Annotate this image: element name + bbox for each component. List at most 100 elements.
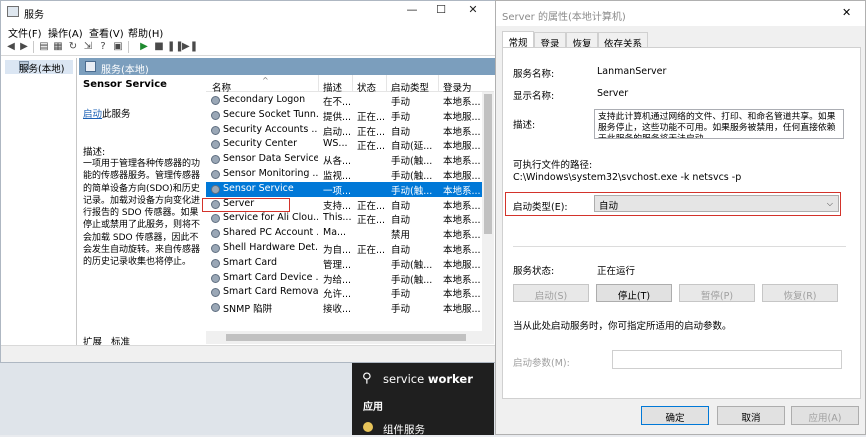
resume-button[interactable]: 恢复(R) [762, 284, 838, 302]
cell-startup: 手动(触... [391, 274, 433, 286]
service-gear-icon [211, 96, 220, 105]
cell-logon: 本地系... [443, 156, 481, 168]
table-row[interactable]: Sensor Service 一项... 手动(触... 本地系... [206, 181, 482, 197]
start-button[interactable]: 启动(S) [513, 284, 589, 302]
table-row[interactable]: Security Accounts ... 启动... 正在... 自动 本地系... [206, 123, 482, 138]
window-title: 服务 [24, 10, 44, 21]
service-gear-icon [211, 244, 220, 253]
col-description[interactable]: 描述 [323, 80, 342, 94]
cell-startup: 自动 [391, 245, 411, 256]
pause-button[interactable]: 暂停(P) [679, 284, 755, 302]
table-row[interactable]: Shared PC Account ... Ma... 禁用 本地系... [206, 226, 482, 241]
maximize-button[interactable]: ☐ [428, 3, 454, 21]
service-gear-icon [211, 229, 220, 239]
cell-desc: 支持... [323, 200, 351, 212]
console-tree: 服务(本地) [3, 58, 77, 361]
close-button[interactable]: ✕ [460, 3, 486, 21]
table-row[interactable]: Smart Card Remova... 允许... 手动 本地系... [206, 285, 482, 300]
cancel-button[interactable]: 取消 [717, 406, 785, 425]
help-icon[interactable]: ? [97, 41, 109, 53]
description-label: 描述: [83, 147, 106, 158]
service-status-label: 服务状态: [513, 266, 555, 277]
start-service-icon[interactable]: ▶ [138, 41, 150, 53]
stop-button[interactable]: 停止(T) [596, 284, 672, 302]
cell-logon: 本地服... [443, 171, 481, 182]
cell-desc: 接收... [323, 304, 351, 316]
table-row[interactable]: Secondary Logon 在不... 手动 本地系... [206, 93, 482, 108]
cell-logon: 本地系... [443, 200, 481, 212]
start-params-input[interactable] [612, 350, 842, 369]
properties-icon[interactable]: ▣ [112, 41, 124, 53]
console-tree-icon[interactable]: ▤ [38, 41, 50, 53]
services-app-icon [7, 6, 19, 17]
dialog-title-bar[interactable]: Server 的属性(本地计算机) ✕ [496, 1, 865, 26]
cell-logon: 本地系... [443, 274, 481, 286]
pause-service-icon[interactable]: ❚❚ [167, 41, 184, 53]
table-row[interactable]: Service for Ali Clou... This... 正在... 自动 本地系… [206, 211, 482, 226]
col-startup-type[interactable]: 启动类型 [391, 80, 429, 94]
service-gear-icon [211, 273, 220, 283]
table-row[interactable]: Smart Card 管理... 手动(触... 本地服... [206, 256, 482, 271]
service-gear-icon [211, 170, 220, 179]
server-properties-dialog: Server 的属性(本地计算机) ✕ 常规 登录 恢复 依存关系 服务名称: … [495, 0, 866, 435]
list-view-icon[interactable]: ▦ [52, 41, 64, 53]
horizontal-scrollbar[interactable] [206, 331, 494, 344]
title-bar[interactable]: 服务 — ☐ ✕ [1, 1, 496, 23]
tree-item-services-local[interactable]: 服务(本地) [5, 60, 73, 75]
col-status[interactable]: 状态 [357, 80, 376, 94]
back-icon[interactable]: ◀ [5, 41, 17, 53]
cell-name: Shared PC Account ... [223, 227, 318, 239]
cell-status: 正在... [357, 141, 385, 153]
menu-bar: 文件(F) 操作(A) 查看(V) 帮助(H) [1, 23, 496, 40]
table-row[interactable]: SNMP 陷阱 接收... 手动 本地服... [206, 300, 482, 315]
table-row[interactable]: Sensor Data Service 从各... 手动(触... 本地系... [206, 152, 482, 167]
pane-header: 服务(本地) [79, 58, 495, 76]
description-textbox[interactable]: 支持此计算机通过网络的文件、打印、和命名管道共享。如果服务停止，这些功能不可用。… [594, 109, 844, 139]
startup-type-label: 启动类型(E): [513, 202, 568, 213]
refresh-icon[interactable]: ↻ [67, 41, 79, 53]
forward-icon[interactable]: ▶ [18, 41, 30, 53]
toolbar: ◀ ▶ ▤ ▦ ↻ ⇲ ? ▣ ▶ ■ ❚❚ ▶❚ [1, 38, 496, 56]
cell-startup: 手动(触... [391, 156, 433, 168]
cell-startup: 自动 [391, 126, 411, 138]
cell-desc: 为自... [323, 245, 351, 256]
table-row[interactable]: Sensor Monitoring ... 监视... 手动(触... 本地服... [206, 167, 482, 182]
cell-name: Smart Card Device ... [223, 271, 318, 283]
cell-status: 正在... [357, 245, 385, 256]
cell-name: Service for Ali Clou... [223, 212, 318, 224]
cell-name: Sensor Monitoring ... [223, 168, 318, 179]
tab-dependencies[interactable]: 依存关系 [598, 32, 648, 50]
cell-startup: 手动 [391, 304, 411, 316]
dialog-close-button[interactable]: ✕ [842, 6, 851, 19]
minimize-button[interactable]: — [399, 3, 425, 21]
tab-recovery[interactable]: 恢复 [566, 32, 598, 50]
export-icon[interactable]: ⇲ [82, 41, 94, 53]
ok-button[interactable]: 确定 [641, 406, 709, 425]
table-row[interactable]: Shell Hardware Det... 为自... 正在... 自动 本地系... [206, 241, 482, 256]
cell-name: Sensor Data Service [223, 153, 318, 165]
cell-name: Sensor Service [223, 182, 294, 194]
search-query[interactable]: service worker [383, 372, 473, 386]
startup-type-select[interactable]: 自动 ⌵ [594, 195, 839, 212]
tab-logon[interactable]: 登录 [534, 32, 566, 50]
cell-desc: 启动... [323, 126, 351, 138]
cell-status: 正在... [357, 126, 385, 138]
exe-path-value: C:\Windows\system32\svchost.exe -k netsv… [513, 172, 742, 183]
cell-desc: 一项... [323, 185, 351, 197]
tab-general[interactable]: 常规 [502, 31, 534, 49]
table-row[interactable]: Secure Socket Tunn... 提供... 正在... 手动 本地服... [206, 108, 482, 123]
service-gear-icon [211, 125, 220, 135]
cell-name: Smart Card [223, 256, 277, 268]
cell-startup: 手动 [391, 111, 411, 123]
col-logon-as[interactable]: 登录为 [443, 80, 472, 94]
cell-desc: WS... [323, 138, 348, 150]
col-name[interactable]: 名称 [212, 80, 231, 94]
vertical-scrollbar[interactable] [482, 92, 494, 331]
description-text: 一项用于管理各种传感器的功能的传感器服务。管理传感器的简单设备方向(SDO)和历… [83, 159, 201, 268]
stop-service-icon[interactable]: ■ [153, 41, 165, 53]
apply-button[interactable]: 应用(A) [791, 406, 859, 425]
restart-service-icon[interactable]: ▶❚ [182, 41, 198, 53]
start-service-link[interactable]: 启动 [83, 109, 102, 120]
table-row[interactable]: Security Center WS... 正在... 自动(延... 本地服... [206, 137, 482, 152]
table-row[interactable]: Smart Card Device ... 为给... 手动(触... 本地系... [206, 271, 482, 286]
